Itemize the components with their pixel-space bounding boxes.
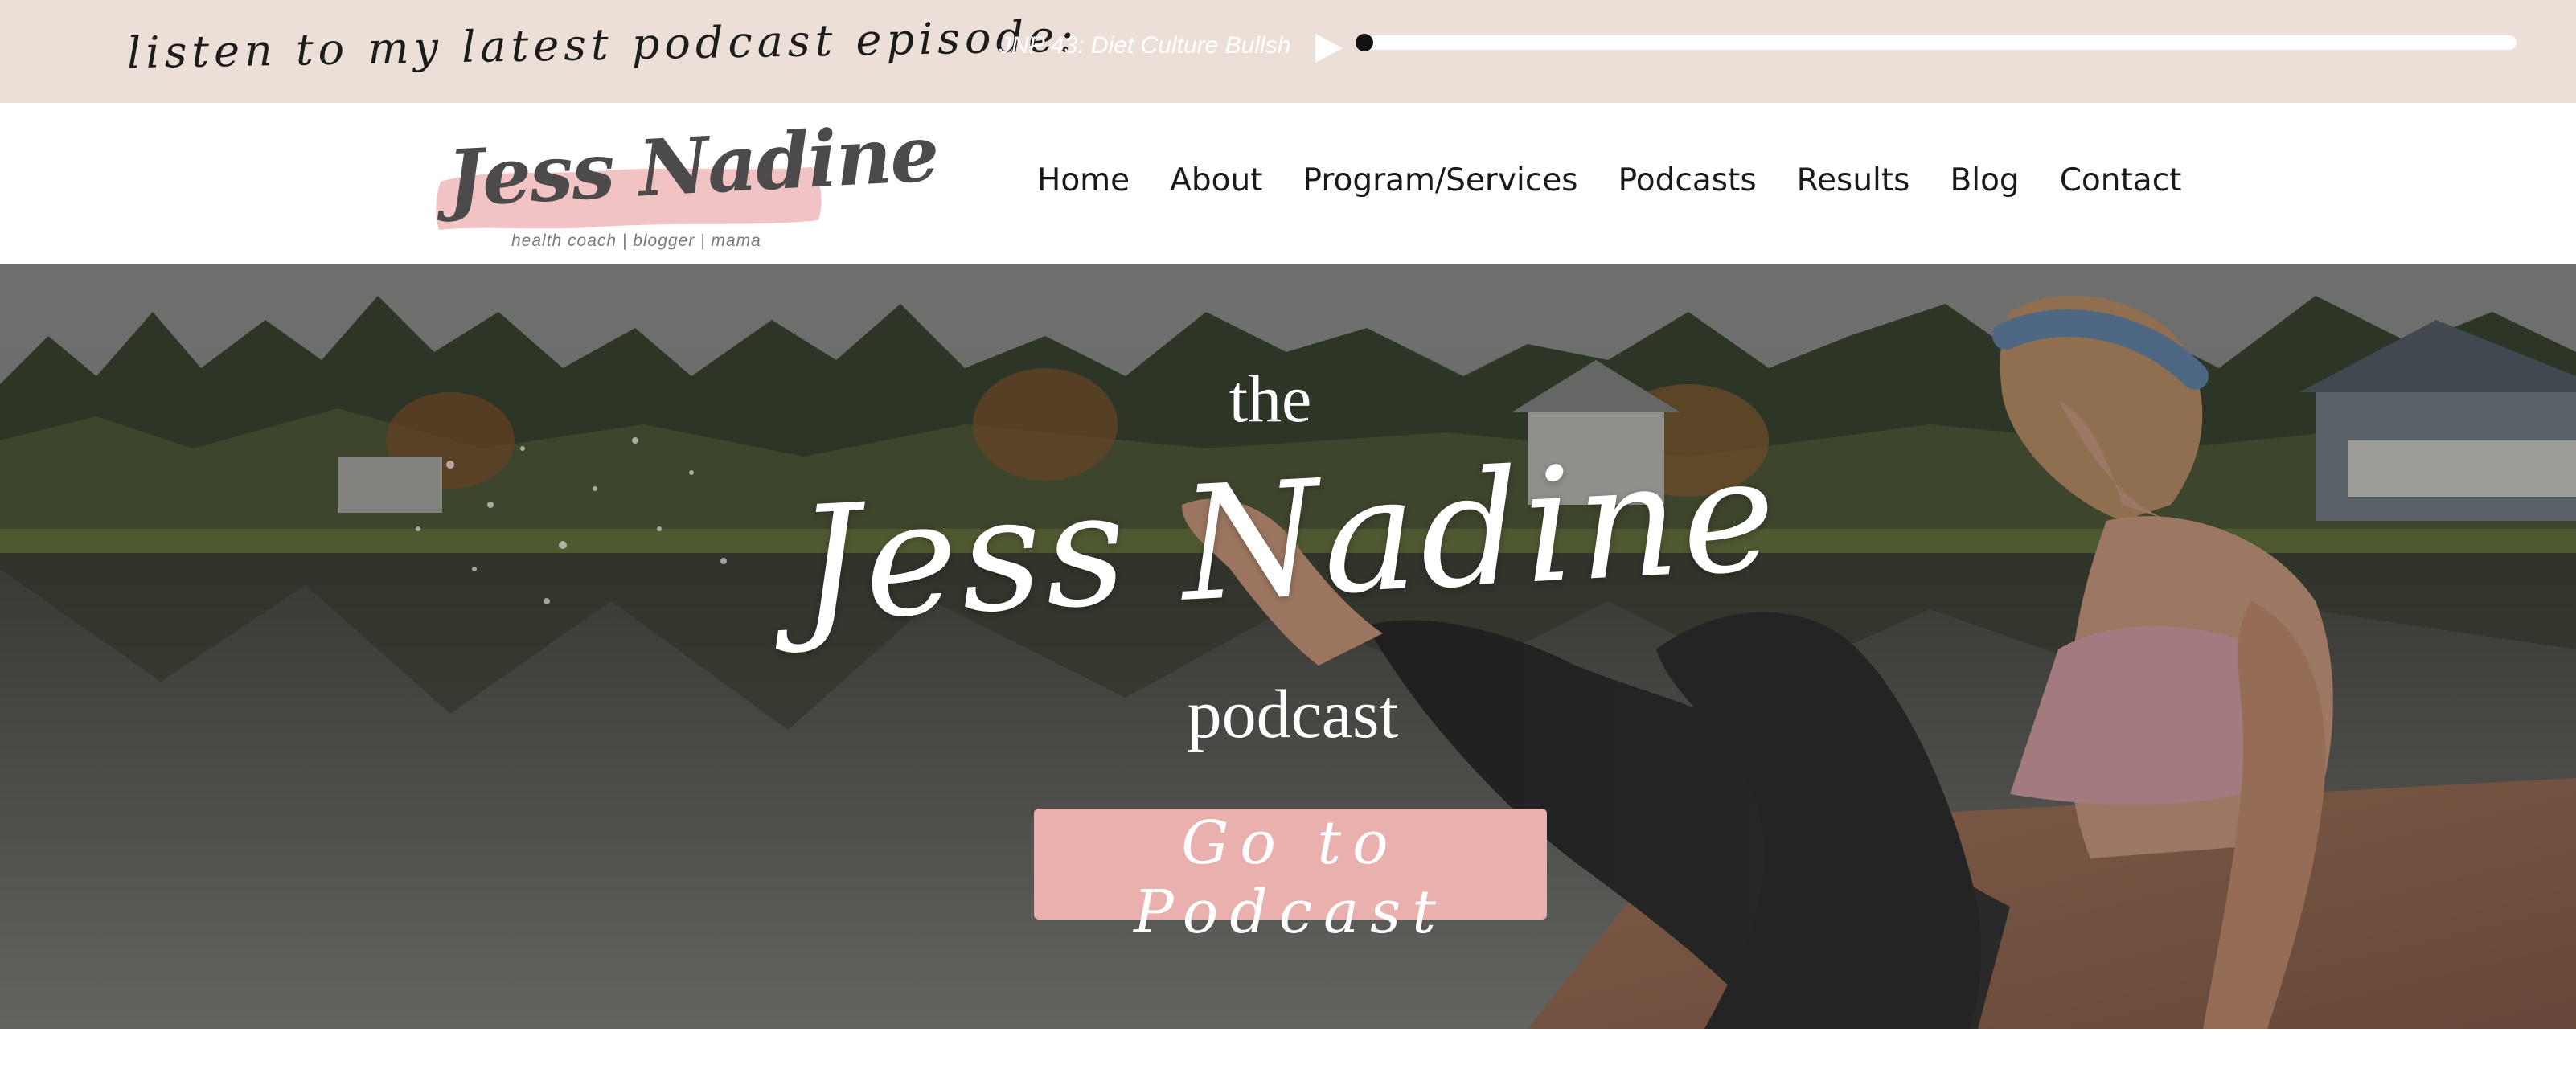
main-nav: Home About Program/Services Podcasts Res… (1037, 162, 2181, 199)
nav-contact[interactable]: Contact (2060, 162, 2182, 199)
nav-program-services[interactable]: Program/Services (1302, 162, 1577, 199)
nav-blog[interactable]: Blog (1950, 162, 2019, 199)
nav-about[interactable]: About (1170, 162, 1262, 199)
logo-tagline: health coach | blogger | mama (511, 231, 761, 250)
podcast-bar: listen to my latest podcast episode: JNP… (0, 0, 2576, 103)
play-button[interactable] (1311, 31, 1346, 66)
logo-name: Jess Nadine (445, 108, 940, 224)
audio-progress-bar[interactable] (1356, 34, 2517, 51)
nav-results[interactable]: Results (1797, 162, 1910, 199)
go-to-podcast-button[interactable]: Go to Podcast (1034, 809, 1547, 947)
audio-progress-knob[interactable] (1356, 34, 1373, 51)
play-icon (1315, 34, 1343, 63)
hero-line-podcast: podcast (1187, 675, 1399, 752)
podcast-promo-text: listen to my latest podcast episode: (126, 10, 1079, 79)
site-logo[interactable]: Jess Nadine health coach | blogger | mam… (431, 108, 940, 254)
hero-banner: the Jess Nadine podcast Go to Podcast (0, 264, 2576, 1029)
page: listen to my latest podcast episode: JNP… (0, 0, 2576, 1069)
site-header: Jess Nadine health coach | blogger | mam… (0, 103, 2576, 264)
nav-home[interactable]: Home (1037, 162, 1130, 199)
nav-podcasts[interactable]: Podcasts (1618, 162, 1757, 199)
episode-title: JNP 43: Diet Culture Bullsh (999, 32, 1291, 59)
